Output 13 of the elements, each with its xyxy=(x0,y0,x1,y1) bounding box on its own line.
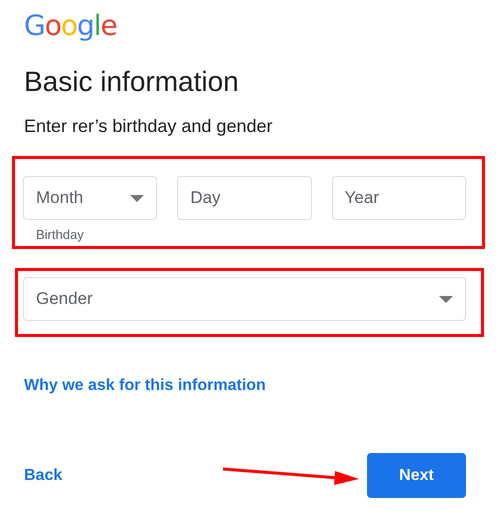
helper-text: Birthday xyxy=(36,227,84,243)
input-field[interactable]: Day xyxy=(177,176,312,220)
dropdown-field[interactable]: Month xyxy=(23,176,158,220)
subtitle: Enter rer’s birthday and gender xyxy=(24,115,274,138)
input-field[interactable]: Year xyxy=(332,176,466,220)
info-link[interactable]: Why we ask for this information xyxy=(24,375,266,397)
next-button[interactable]: Next xyxy=(367,453,466,498)
page-title: Basic information xyxy=(24,65,240,99)
logo: Google xyxy=(24,8,117,44)
dropdown-caret-icon xyxy=(130,194,144,202)
dropdown-caret-icon xyxy=(439,296,453,302)
dropdown-field[interactable]: Gender xyxy=(23,277,466,321)
back-link[interactable]: Back xyxy=(24,466,62,484)
